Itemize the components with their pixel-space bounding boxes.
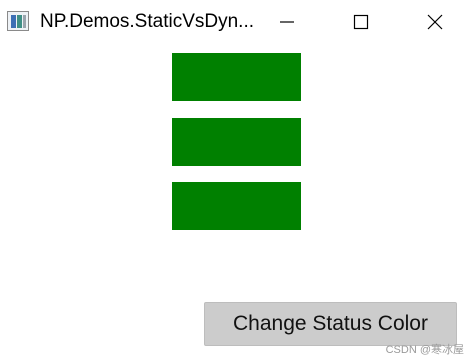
window-title: NP.Demos.StaticVsDyn... <box>40 11 255 32</box>
close-icon <box>427 14 443 30</box>
change-status-color-button[interactable]: Change Status Color <box>204 302 457 346</box>
watermark-text: CSDN @寒冰屋 <box>385 344 464 356</box>
app-icon <box>7 11 29 31</box>
maximize-icon <box>353 14 369 30</box>
status-rectangle-3 <box>172 182 301 230</box>
minimize-icon <box>280 21 294 23</box>
status-rectangle-2 <box>172 118 301 166</box>
maximize-button[interactable] <box>332 0 390 44</box>
title-bar[interactable]: NP.Demos.StaticVsDyn... <box>0 0 474 44</box>
close-button[interactable] <box>406 0 464 44</box>
status-rectangle-1 <box>172 53 301 101</box>
app-window: NP.Demos.StaticVsDyn... Change Status Co… <box>0 0 474 363</box>
minimize-button[interactable] <box>258 0 316 44</box>
